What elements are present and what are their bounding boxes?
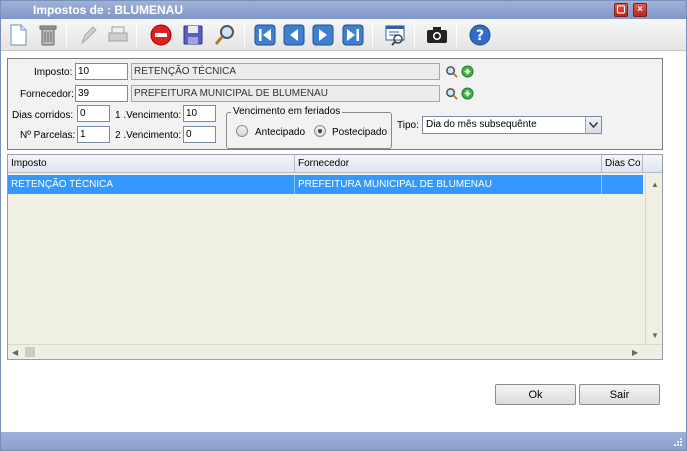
imposto-add-icon[interactable] [461,65,474,78]
scroll-right-icon[interactable]: ▶ [632,348,638,357]
form-panel: Imposto: 10 RETENÇÃO TÉCNICA Fornecedor:… [7,58,663,150]
cell-dias [602,175,643,194]
dias-corridos-input[interactable]: 0 [77,105,110,122]
print-icon[interactable] [105,22,131,48]
resize-grip-icon[interactable] [673,437,683,447]
tipo-select[interactable]: Dia do mês subsequênte [422,116,602,134]
imposto-name-field: RETENÇÃO TÉCNICA [131,63,440,80]
new-icon[interactable] [5,22,31,48]
parcelas-input[interactable]: 1 [77,126,110,143]
scroll-left-icon[interactable]: ◀ [12,348,18,357]
camera-icon[interactable] [424,22,450,48]
ok-button[interactable]: Ok [495,384,576,405]
vencimento-1-label: 1 .Vencimento: [115,110,182,121]
window-title: Impostos de : BLUMENAU [33,3,183,17]
chevron-down-icon[interactable] [585,117,601,133]
tipo-label: Tipo: [397,120,419,131]
column-header-fornecedor[interactable]: Fornecedor [295,155,602,173]
cell-fornecedor: PREFEITURA MUNICIPAL DE BLUMENAU [295,175,602,194]
maximize-button[interactable]: ▢ [614,3,628,17]
close-button[interactable]: × [633,3,647,17]
grid-header: Imposto Fornecedor Dias Co [8,155,662,173]
title-bar: Impostos de : BLUMENAU ▢ × [1,1,686,19]
fornecedor-code-input[interactable]: 39 [75,85,128,102]
status-bar [1,432,686,450]
toolbar: ? [1,19,686,51]
window: Impostos de : BLUMENAU ▢ × ? Imposto: 10… [0,0,687,451]
next-icon[interactable] [310,22,336,48]
scroll-down-icon[interactable]: ▼ [651,331,659,340]
scroll-thumb[interactable] [25,347,35,357]
search-icon[interactable] [212,22,238,48]
fornecedor-search-icon[interactable] [445,87,458,100]
cell-imposto: RETENÇÃO TÉCNICA [8,175,295,194]
scroll-up-icon[interactable]: ▲ [651,180,659,189]
sair-button[interactable]: Sair [579,384,660,405]
column-header-dias[interactable]: Dias Co [602,155,643,173]
vencimento-2-label: 2 .Vencimento: [115,130,182,141]
last-icon[interactable] [340,22,366,48]
vertical-scrollbar[interactable]: ▲ ▼ [645,174,662,344]
antecipado-radio[interactable] [236,125,248,137]
imposto-code-input[interactable]: 10 [75,63,128,80]
postecipado-radio[interactable] [314,125,326,137]
first-icon[interactable] [252,22,278,48]
toolbar-separator [372,23,373,47]
vencimento-1-input[interactable]: 10 [183,105,216,122]
vencimento-2-input[interactable]: 0 [183,126,216,143]
feriados-group: Vencimento em feriados Antecipado Postec… [226,106,392,149]
svg-text:?: ? [476,28,484,44]
save-icon[interactable] [180,22,206,48]
edit-icon[interactable] [75,22,101,48]
imposto-label: Imposto: [34,67,73,78]
toolbar-separator [136,23,137,47]
fornecedor-label: Fornecedor: [20,89,74,100]
antecipado-label: Antecipado [255,127,306,138]
horizontal-scrollbar[interactable]: ◀ ▶ [8,344,662,359]
impostos-grid: Imposto Fornecedor Dias Co RETENÇÃO TÉCN… [7,154,663,360]
postecipado-label: Postecipado [332,127,388,138]
feriados-legend: Vencimento em feriados [231,106,343,117]
delete-icon[interactable] [35,22,61,48]
cancel-icon[interactable] [148,22,174,48]
fornecedor-name-field: PREFEITURA MUNICIPAL DE BLUMENAU [131,85,440,102]
previous-icon[interactable] [281,22,307,48]
toolbar-separator [66,23,67,47]
toolbar-separator [244,23,245,47]
toolbar-separator [456,23,457,47]
report-icon[interactable] [382,22,408,48]
fornecedor-add-icon[interactable] [461,87,474,100]
help-icon[interactable]: ? [467,22,493,48]
column-header-imposto[interactable]: Imposto [8,155,295,173]
dias-corridos-label: Dias corridos: [12,110,74,121]
table-row[interactable]: RETENÇÃO TÉCNICA PREFEITURA MUNICIPAL DE… [8,175,643,194]
toolbar-separator [414,23,415,47]
tipo-select-value: Dia do mês subsequênte [426,119,537,130]
parcelas-label: Nº Parcelas: [20,130,76,141]
imposto-search-icon[interactable] [445,65,458,78]
